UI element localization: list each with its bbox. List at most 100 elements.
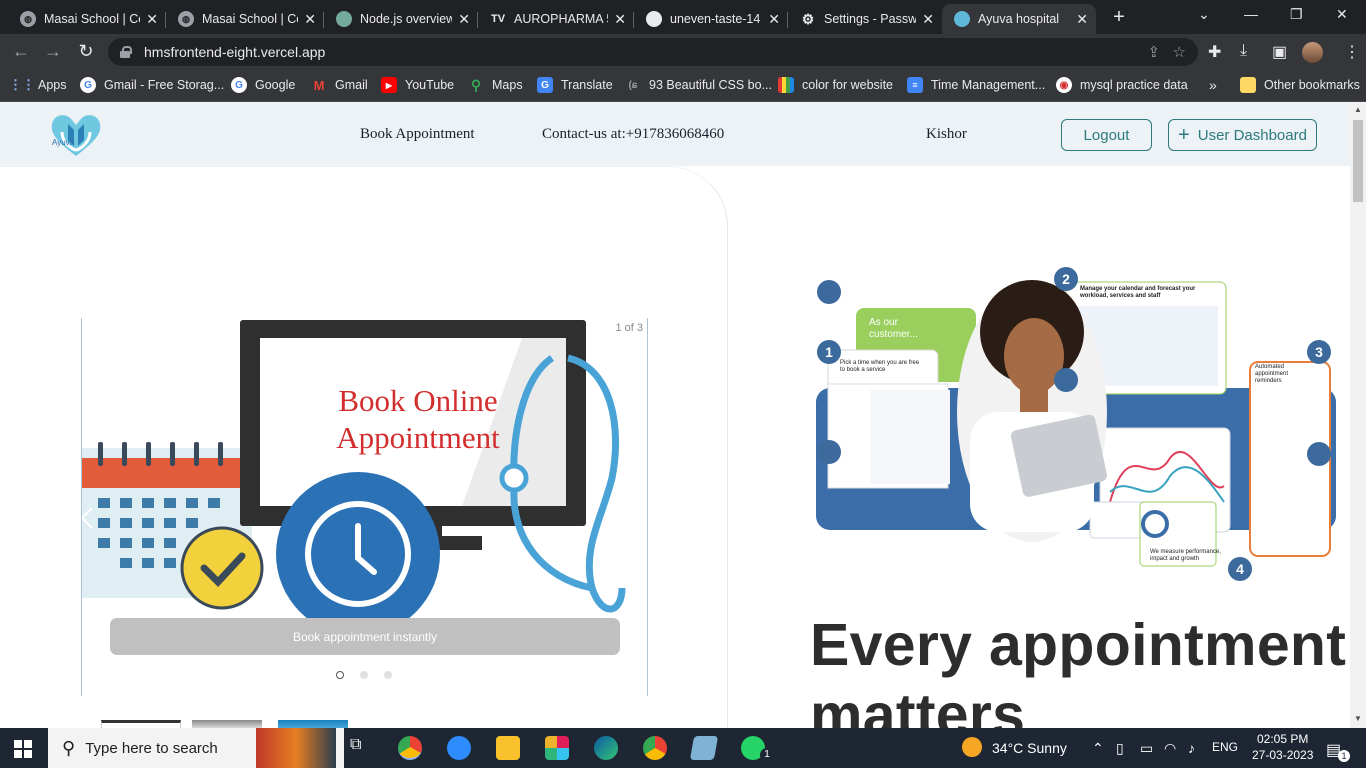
logout-button[interactable]: Logout [1061,119,1152,151]
ayuva-logo[interactable]: Ayuva [48,110,104,158]
page-scrollbar[interactable]: ▲ ▼ [1350,102,1366,728]
promo-our-customer: As our customer... [869,317,918,340]
tray-chevron-icon[interactable]: ⌃ [1092,740,1104,757]
battery-icon[interactable]: ▭ [1140,740,1153,757]
tab-masai-school-2[interactable]: ◍ Masai School | Co ✕ [166,4,324,34]
volume-icon[interactable]: ♪ [1188,740,1195,756]
scrollbar-thumb[interactable] [1353,120,1363,202]
edge-taskbar-icon[interactable] [594,736,618,760]
css-icon: (ɕ [628,79,638,91]
side-panel-icon[interactable]: ▣ [1272,42,1287,62]
step-badge-2: 2 [1054,267,1078,291]
profile-avatar[interactable] [1302,42,1323,63]
plus-icon: + [1178,123,1190,146]
tab-github[interactable]: uneven-taste-14 ✕ [634,4,788,34]
notepad-taskbar-icon[interactable] [689,736,719,760]
close-tab-icon[interactable]: ✕ [458,11,470,28]
wifi-icon[interactable]: ◠ [1164,740,1176,757]
globe-icon: ◍ [20,11,36,27]
bookmark-label: Google [255,78,296,92]
download-icon[interactable]: ⤓ [1240,42,1247,60]
bookmark-label: Apps [38,78,67,92]
tab-auropharma[interactable]: TV AUROPHARMA 5 ✕ [478,4,634,34]
carousel-thumbnail-2[interactable] [192,720,262,728]
minimize-button[interactable]: — [1244,6,1258,22]
carousel-dot-3[interactable] [384,671,392,679]
slide-headline-line2: Appointment [336,420,500,455]
tab-ayuva-hospital[interactable]: Ayuva hospital ✕ [942,4,1096,34]
bookmark-gmail-storage[interactable]: G Gmail - Free Storag... [80,77,224,93]
share-star-icons[interactable]: ⇪ ☆ [1147,43,1186,61]
close-tab-icon[interactable]: ✕ [614,11,626,28]
tab-title: Masai School | Co [44,12,141,26]
apps-grid-icon: ⋮⋮ [9,77,35,92]
scheduling-promo-illustration [816,280,1336,567]
tab-search-chevron-icon[interactable]: ⌄ [1198,6,1210,23]
windows-start-icon[interactable] [14,740,32,758]
heart-icon [954,11,970,27]
tab-title: Ayuva hospital [978,12,1060,26]
nav-book-appointment[interactable]: Book Appointment [360,126,475,143]
clock-date: 27-03-2023 [1252,748,1314,762]
other-bookmarks[interactable]: Other bookmarks [1240,77,1360,93]
bookmark-translate[interactable]: G Translate [537,77,613,93]
bookmark-time-management[interactable]: ≡ Time Management... [907,77,1045,93]
bookmark-gmail[interactable]: M Gmail [311,77,368,93]
weather-sun-icon[interactable] [962,737,982,757]
carousel-dot-2[interactable] [360,671,368,679]
carousel-thumbnail-1[interactable] [101,720,181,728]
carousel-dot-1[interactable] [336,671,344,679]
taskbar-search[interactable]: ⚲ Type here to search [48,728,344,768]
maps-icon: ⚲ [470,76,482,93]
forward-button[interactable]: → [42,41,64,62]
tray-meet-icon[interactable]: ▯ [1116,740,1124,757]
user-dashboard-button[interactable]: + User Dashboard [1168,119,1317,151]
reload-button[interactable]: ↻ [75,41,97,62]
appointment-carousel[interactable]: Book Online Appointment 1 of 3 Book appo… [81,318,648,696]
language-indicator[interactable]: ENG [1212,740,1238,754]
close-tab-icon[interactable]: ✕ [304,11,316,28]
weather-text[interactable]: 34°C Sunny [992,740,1067,756]
task-view-icon[interactable]: ⧉ [350,736,374,760]
close-window-button[interactable]: ✕ [1336,6,1348,23]
restore-button[interactable]: ❐ [1290,6,1303,23]
slack-taskbar-icon[interactable] [545,736,569,760]
bookmark-label: Gmail - Free Storag... [104,78,225,92]
close-tab-icon[interactable]: ✕ [922,11,934,28]
google-icon: G [231,77,247,93]
bookmark-css-buttons[interactable]: (ɕ 93 Beautiful CSS bo... [625,77,772,93]
bookmark-maps[interactable]: ⚲ Maps [468,77,523,93]
tab-title: AUROPHARMA 5 [514,12,609,26]
new-tab-button[interactable]: + [1108,6,1130,29]
tab-nodejs-overview[interactable]: Node.js overview. ✕ [324,4,478,34]
search-highlight-image [256,728,336,768]
zoom-taskbar-icon[interactable] [447,736,471,760]
tab-title: uneven-taste-14 [670,12,761,26]
menu-kebab-icon[interactable]: ⋮ [1344,42,1360,62]
bookmark-mysql[interactable]: ◉ mysql practice data [1056,77,1188,93]
scroll-down-arrow-icon[interactable]: ▼ [1354,714,1362,723]
close-tab-icon[interactable]: ✕ [146,11,158,28]
tab-settings-passwords[interactable]: ⚙ Settings - Passwo ✕ [788,4,942,34]
more-bookmarks-button[interactable]: » [1209,77,1217,93]
slide-caption: Book appointment instantly [110,618,620,655]
scroll-up-arrow-icon[interactable]: ▲ [1354,105,1362,114]
bookmark-color-website[interactable]: color for website [778,77,893,93]
carousel-thumbnail-3[interactable] [278,720,348,728]
bookmark-youtube[interactable]: ▶ YouTube [381,77,454,93]
bookmark-google[interactable]: G Google [231,77,295,93]
file-explorer-icon[interactable] [496,736,520,760]
close-tab-icon[interactable]: ✕ [768,11,780,28]
bookmark-apps[interactable]: ⋮⋮ Apps [9,77,67,93]
docs-icon: ≡ [907,77,923,93]
chrome-profile-taskbar-icon[interactable] [643,736,667,760]
back-button[interactable]: ← [10,41,32,62]
extensions-icon[interactable]: ✚ [1208,42,1221,62]
close-tab-icon[interactable]: ✕ [1076,11,1088,28]
chrome-taskbar-icon[interactable] [398,736,422,760]
bookmark-label: Time Management... [931,78,1046,92]
nav-contact: Contact-us at:+917836068460 [542,126,725,142]
taskbar-clock[interactable]: 02:05 PM 27-03-2023 [1252,731,1313,763]
tab-masai-school-1[interactable]: ◍ Masai School | Co ✕ [8,4,166,34]
url-bar[interactable]: hmsfrontend-eight.vercel.app ⇪ ☆ [108,38,1198,66]
